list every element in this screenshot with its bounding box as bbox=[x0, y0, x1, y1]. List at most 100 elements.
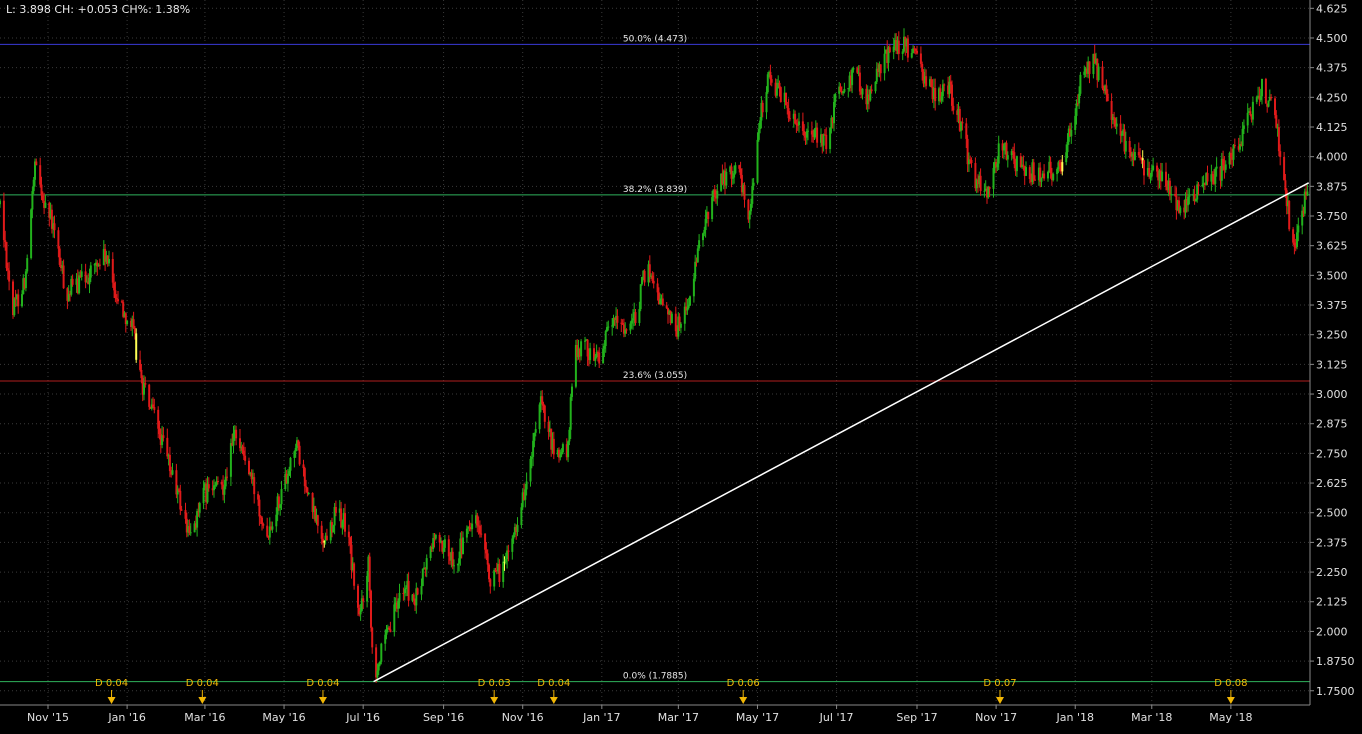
price-bar-body bbox=[1170, 194, 1173, 196]
x-tick-label: Sep '17 bbox=[896, 711, 937, 724]
price-bar-body bbox=[179, 490, 182, 510]
price-bar-body bbox=[368, 556, 371, 591]
price-bar-body bbox=[476, 515, 479, 526]
price-bar-body bbox=[616, 315, 619, 323]
price-bar-body bbox=[594, 357, 597, 361]
price-bar-body bbox=[919, 53, 922, 64]
price-bar-body bbox=[458, 558, 461, 564]
price-bar-body bbox=[58, 248, 61, 265]
price-bar-body bbox=[2, 200, 5, 241]
price-bar-body bbox=[856, 68, 859, 73]
price-bar-body bbox=[598, 352, 601, 364]
price-bar-body bbox=[377, 664, 380, 671]
x-tick-label: Nov '16 bbox=[502, 711, 544, 724]
price-bar-body bbox=[462, 537, 464, 554]
price-bar-body bbox=[1061, 162, 1064, 172]
price-bar-body bbox=[397, 600, 400, 609]
price-bar-body bbox=[752, 182, 755, 186]
price-bar-body bbox=[516, 525, 519, 532]
price-bar-body bbox=[1006, 155, 1009, 160]
price-bar-body bbox=[1070, 130, 1073, 137]
price-bar-body bbox=[770, 79, 773, 83]
price-bar-body bbox=[120, 301, 123, 303]
price-bar-body bbox=[289, 457, 292, 471]
y-tick-label: 3.250 bbox=[1316, 329, 1348, 342]
price-bar-body bbox=[870, 89, 873, 92]
price-bar-body bbox=[1261, 79, 1263, 97]
price-bar-body bbox=[651, 275, 654, 281]
price-bar-body bbox=[1105, 85, 1108, 94]
price-bar-body bbox=[580, 341, 583, 357]
price-bar-body bbox=[88, 277, 91, 285]
price-bar-body bbox=[80, 271, 83, 277]
y-tick-label: 4.125 bbox=[1316, 121, 1348, 134]
price-bar-body bbox=[244, 455, 247, 461]
price-bar-body bbox=[787, 108, 790, 119]
price-bar-body bbox=[1161, 171, 1164, 182]
price-bar-body bbox=[707, 211, 710, 219]
price-bar-body bbox=[393, 604, 396, 632]
price-bar-body bbox=[40, 184, 43, 196]
x-tick-label: May '17 bbox=[736, 711, 779, 724]
price-bar-body bbox=[293, 451, 296, 458]
price-bar-body bbox=[275, 514, 278, 527]
y-tick-label: 2.875 bbox=[1316, 418, 1348, 431]
price-bar-body bbox=[1201, 185, 1204, 187]
price-bar-body bbox=[279, 504, 282, 508]
price-bar-body bbox=[1197, 184, 1200, 187]
fib-level-label: 0.0% (1.7885) bbox=[623, 672, 687, 682]
price-bar-body bbox=[144, 383, 147, 385]
price-bar-body bbox=[1022, 164, 1025, 167]
price-bar-body bbox=[766, 74, 769, 93]
price-bar-body bbox=[1150, 170, 1153, 177]
price-bar-body bbox=[843, 89, 846, 92]
price-bar-body bbox=[1058, 162, 1061, 166]
y-tick-label: 3.125 bbox=[1316, 358, 1348, 371]
dividend-label: D 0.08 bbox=[1214, 678, 1247, 689]
price-bar-body bbox=[589, 348, 592, 361]
price-bar-body bbox=[198, 503, 201, 513]
price-bar-body bbox=[286, 475, 289, 484]
price-bar-body bbox=[132, 319, 135, 328]
price-bar-body bbox=[892, 46, 895, 53]
y-tick-label: 2.375 bbox=[1316, 536, 1348, 549]
price-bar-body bbox=[1012, 151, 1014, 153]
price-bar-body bbox=[1047, 171, 1049, 179]
price-bar-body bbox=[567, 441, 570, 458]
price-readout: L: 3.898 CH: +0.053 CH%: 1.38% bbox=[6, 3, 191, 16]
price-bar-body bbox=[261, 517, 263, 524]
price-bar-body bbox=[761, 102, 764, 113]
price-bar-body bbox=[1056, 169, 1059, 175]
price-bar-body bbox=[31, 191, 34, 210]
x-tick-label: Mar '18 bbox=[1131, 711, 1172, 724]
price-bar-body bbox=[803, 131, 806, 136]
price-bar-body bbox=[703, 230, 706, 234]
price-bar-body bbox=[807, 130, 809, 132]
price-bar-body bbox=[943, 84, 946, 86]
price-bar-body bbox=[756, 139, 759, 183]
price-bar-body bbox=[1288, 200, 1291, 230]
y-tick-label: 1.7500 bbox=[1316, 685, 1355, 698]
price-bar-body bbox=[1294, 246, 1297, 248]
price-bar-body bbox=[524, 489, 527, 500]
price-bar-body bbox=[17, 294, 20, 307]
price-bar-body bbox=[795, 123, 798, 125]
price-bar-body bbox=[111, 259, 114, 283]
y-tick-label: 3.000 bbox=[1316, 388, 1348, 401]
price-bar-body bbox=[478, 526, 481, 534]
price-bar-body bbox=[152, 404, 154, 407]
price-bar-body bbox=[910, 53, 913, 58]
price-chart[interactable]: 50.0% (4.473) 38.2% (3.839) 23.6% (3.055) 0… bbox=[0, 0, 1362, 730]
price-bar-body bbox=[602, 348, 605, 364]
price-bar-body bbox=[961, 121, 964, 124]
price-bar-body bbox=[1194, 199, 1197, 202]
price-bar-body bbox=[786, 105, 789, 109]
price-bar-body bbox=[543, 405, 546, 422]
price-bar-body bbox=[529, 458, 532, 482]
price-bar-body bbox=[1076, 103, 1079, 105]
price-bar-body bbox=[347, 531, 350, 538]
price-bar-body bbox=[1279, 151, 1282, 157]
dividend-label: D 0.06 bbox=[727, 678, 760, 689]
price-bar-body bbox=[294, 448, 297, 452]
price-bar-body bbox=[57, 230, 60, 249]
